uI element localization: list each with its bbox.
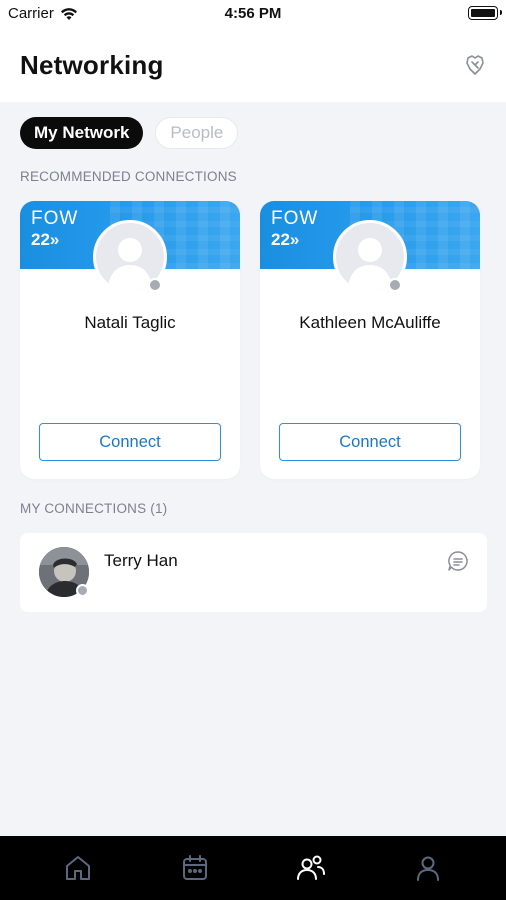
presence-indicator [148,278,162,292]
event-logo-line2: 22» [31,230,60,249]
tab-calendar[interactable] [175,848,215,888]
connection-name: Terry Han [104,551,178,570]
event-logo-line1: FOW [31,208,79,229]
calendar-icon [182,855,207,880]
tab-my-network[interactable]: My Network [20,117,144,149]
tab-home[interactable] [58,848,98,888]
event-logo-line1: FOW [271,208,319,229]
home-icon [66,856,91,880]
connect-button[interactable]: Connect [279,423,461,461]
alert-shield-icon [466,55,484,75]
presence-indicator [76,584,89,597]
event-logo: FOW 22» [31,209,78,248]
contact-name: Natali Taglic [84,313,176,332]
profile-icon [416,856,439,881]
network-segmented-control: My Network People [20,117,239,149]
recommended-card[interactable]: FOW 22» Natali Taglic Connect [20,201,240,479]
my-connections-section-label: MY CONNECTIONS (1) [20,501,168,516]
connect-button[interactable]: Connect [39,423,221,461]
status-bar: Carrier 4:56 PM [0,0,506,28]
tab-profile[interactable] [408,848,448,888]
contact-name: Kathleen McAuliffe [299,313,441,332]
battery-icon [468,6,502,20]
clock: 4:56 PM [224,5,282,22]
tab-people[interactable]: People [155,117,239,149]
recommended-section-label: RECOMMENDED CONNECTIONS [20,169,237,184]
bottom-tab-bar [0,836,506,900]
page-title: Networking [20,50,164,80]
header: Networking [0,28,506,102]
tab-networking[interactable] [291,848,331,888]
chat-icon [448,551,468,571]
event-logo-line2: 22» [271,230,300,249]
alert-button[interactable] [462,52,488,78]
presence-indicator [388,278,402,292]
people-icon [297,855,326,880]
recommended-card[interactable]: FOW 22» Kathleen McAuliffe Connect [260,201,480,479]
message-button[interactable] [447,550,469,572]
connection-row[interactable]: Terry Han [20,533,487,612]
event-logo: FOW 22» [271,209,318,248]
